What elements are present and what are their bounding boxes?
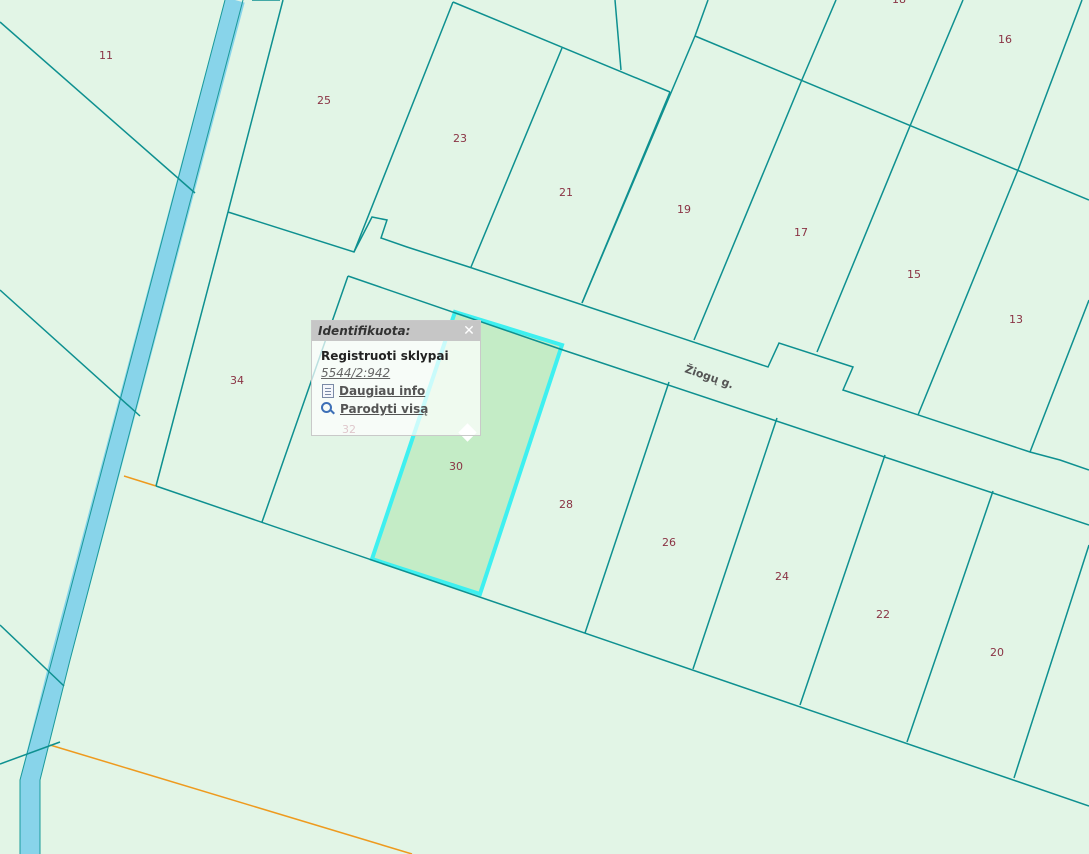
street-label: Žiogų g. <box>683 363 735 392</box>
popup-title: Identifikuota: <box>318 324 411 338</box>
lot-16: 16 <box>998 33 1012 46</box>
lot-11: 11 <box>99 49 113 62</box>
river-bank-right <box>39 0 244 854</box>
river <box>20 0 245 854</box>
utility-lines <box>49 475 413 854</box>
document-icon <box>322 384 334 398</box>
close-icon[interactable]: ✕ <box>462 321 476 341</box>
popup-header: Identifikuota: ✕ <box>312 321 480 341</box>
cadastral-map[interactable]: 11 25 23 21 19 17 15 13 16 18 34 32 30 2… <box>0 0 1089 854</box>
lot-19: 19 <box>677 203 691 216</box>
lot-18: 18 <box>892 0 906 6</box>
parcel-id-link[interactable]: 5544/2:942 <box>321 366 471 380</box>
lot-22: 22 <box>876 608 890 621</box>
more-info-link[interactable]: Daugiau info <box>321 384 471 398</box>
identify-popup: Identifikuota: ✕ Registruoti sklypai 554… <box>311 320 481 436</box>
lot-34: 34 <box>230 374 244 387</box>
lot-28: 28 <box>559 498 573 511</box>
lot-21: 21 <box>559 186 573 199</box>
show-all-label: Parodyti visą <box>340 402 429 416</box>
lot-labels: 11 25 23 21 19 17 15 13 16 18 34 32 30 2… <box>99 0 1023 659</box>
lot-13: 13 <box>1009 313 1023 326</box>
lot-25: 25 <box>317 94 331 107</box>
lot-30: 30 <box>449 460 463 473</box>
lot-17: 17 <box>794 226 808 239</box>
show-all-link[interactable]: Parodyti visą <box>321 402 471 416</box>
more-info-label: Daugiau info <box>339 384 426 398</box>
lot-15: 15 <box>907 268 921 281</box>
lot-24: 24 <box>775 570 789 583</box>
lot-26: 26 <box>662 536 676 549</box>
magnifier-icon <box>321 402 335 416</box>
lot-23: 23 <box>453 132 467 145</box>
layer-name: Registruoti sklypai <box>321 349 449 363</box>
lot-20: 20 <box>990 646 1004 659</box>
